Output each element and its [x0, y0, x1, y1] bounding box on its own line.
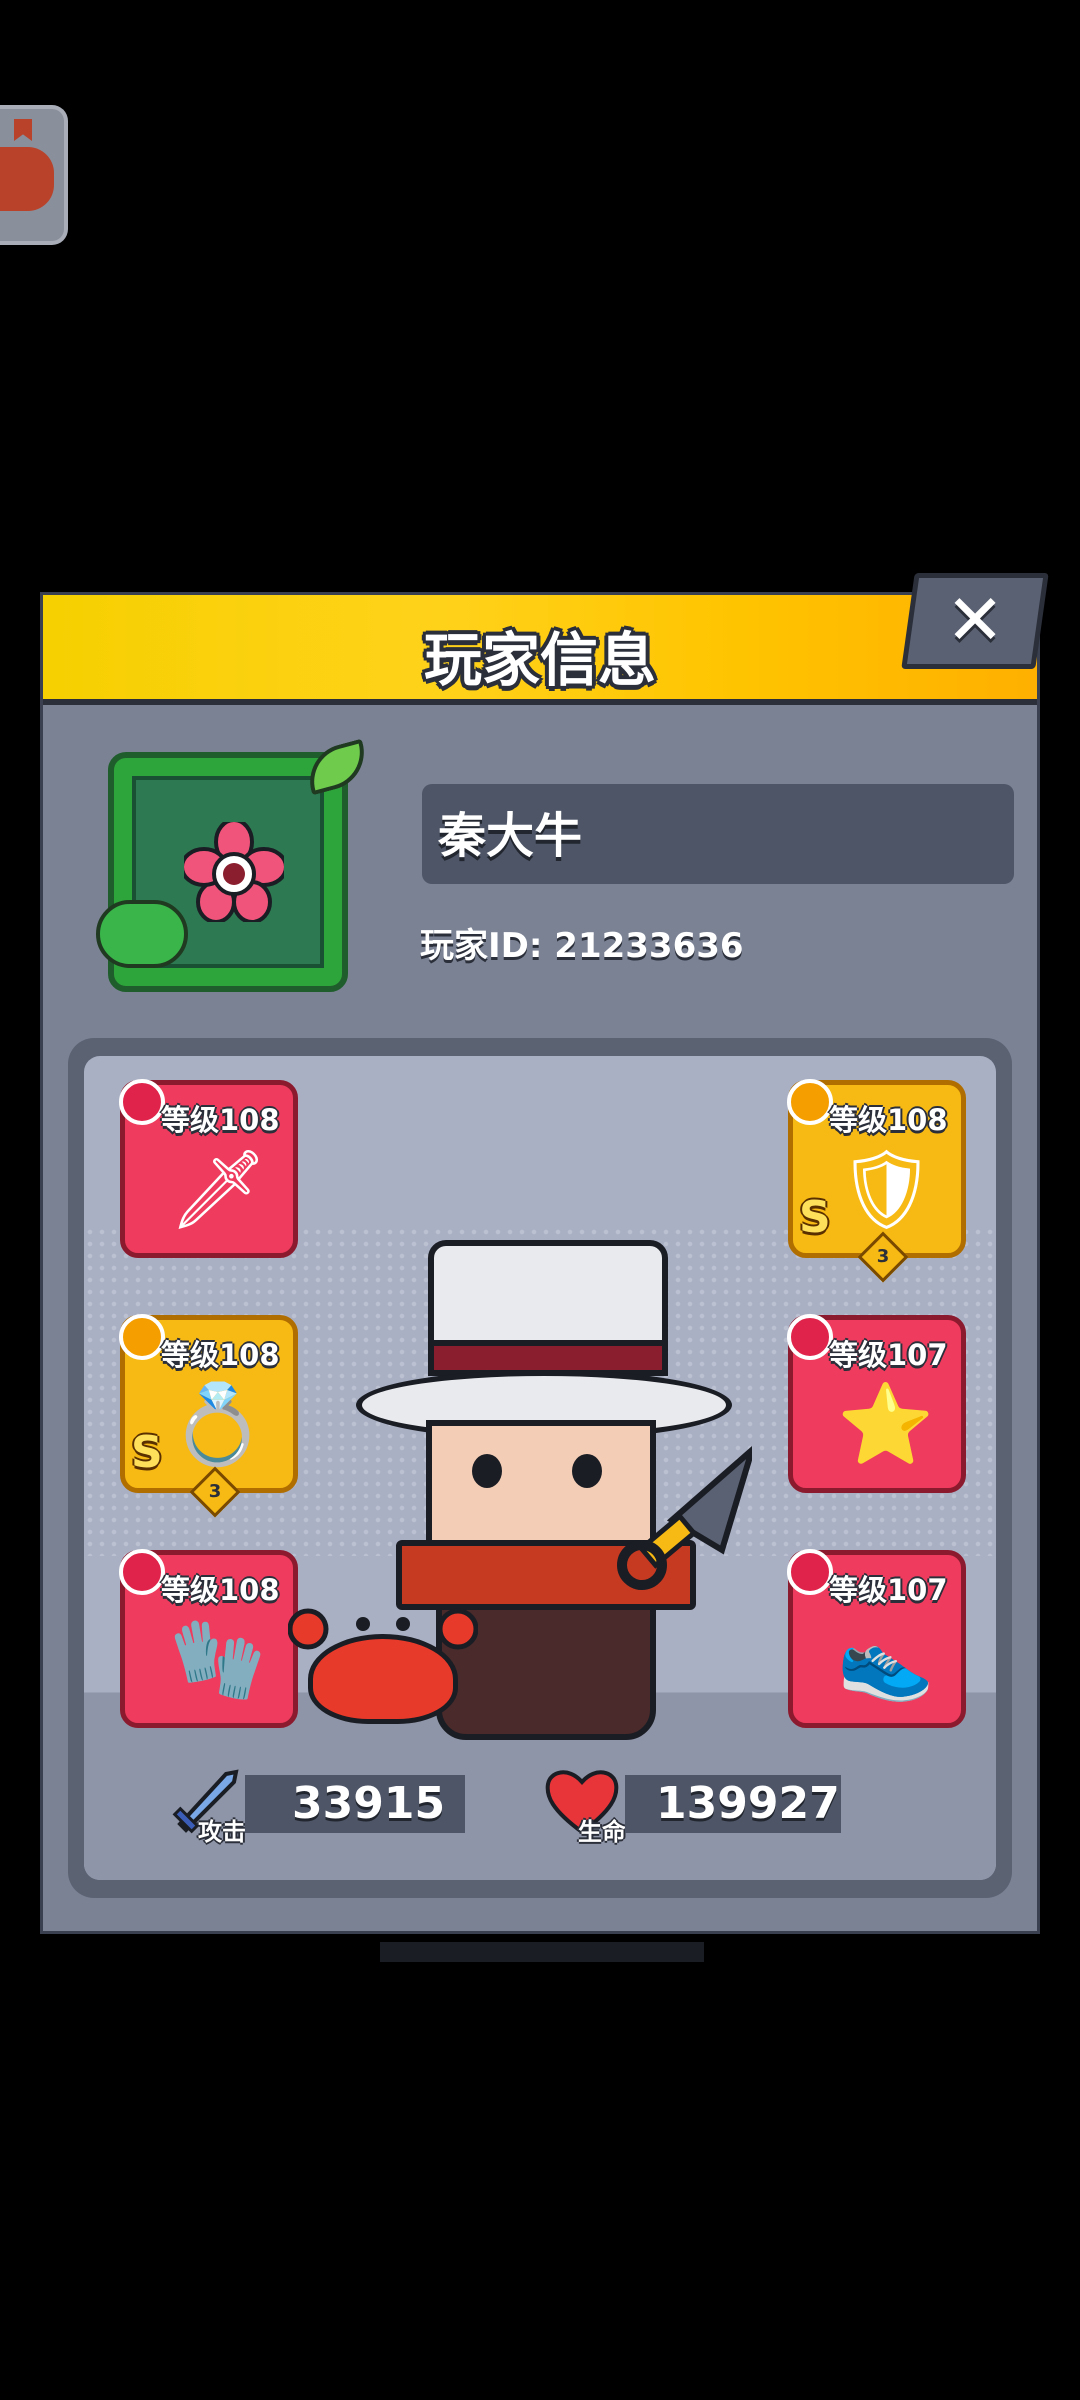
gloves-level: 等级108	[161, 1573, 280, 1607]
ring-grade: S	[131, 1427, 163, 1478]
sneaker-icon: 👟	[837, 1615, 935, 1705]
collar-slot-icon	[787, 1314, 833, 1360]
equip-slot-ring[interactable]: 等级108 💍 S 3	[119, 1314, 298, 1518]
left-eye	[472, 1454, 502, 1488]
tree-icon	[96, 900, 188, 968]
close-button[interactable]: ✕	[901, 573, 1049, 669]
equip-slot-gloves[interactable]: 等级108 🧤	[119, 1549, 298, 1728]
armor-level: 等级108	[829, 1103, 948, 1137]
equip-slot-collar[interactable]: 等级107 ⭐	[787, 1314, 966, 1493]
hp-value: 139927	[656, 1778, 840, 1829]
kunai-icon: 🗡	[169, 1145, 269, 1235]
player-name: 秦大牛	[438, 808, 583, 864]
armor-grade: S	[799, 1192, 831, 1243]
attack-value: 33915	[292, 1778, 446, 1829]
equip-slot-weapon[interactable]: 等级108 🗡	[119, 1079, 298, 1258]
crab-pet	[288, 1594, 478, 1724]
gloves-slot-icon	[119, 1549, 165, 1595]
bottom-strip	[380, 1942, 704, 1962]
right-eye	[572, 1454, 602, 1488]
player-avatar[interactable]	[96, 738, 373, 992]
hp-label: 生命	[578, 1818, 626, 1846]
equip-slot-boots[interactable]: 等级107 👟	[787, 1549, 966, 1728]
ring-slot-icon	[119, 1314, 165, 1360]
pumpkin-icon	[0, 147, 54, 211]
armor-slot-icon	[787, 1079, 833, 1125]
ring-level: 等级108	[161, 1338, 280, 1372]
weapon-slot-icon	[119, 1079, 165, 1125]
equip-slot-armor[interactable]: 等级108 🛡 S 3	[787, 1079, 966, 1283]
collar-icon: ⭐	[837, 1380, 935, 1470]
kunai-icon	[617, 1446, 752, 1590]
player-id: 玩家ID: 21233636	[420, 926, 744, 966]
side-menu-tab[interactable]	[0, 105, 68, 245]
dialog-title: 玩家信息	[423, 626, 656, 694]
attack-label: 攻击	[198, 1818, 246, 1846]
flower-monster-icon	[184, 822, 284, 922]
ring-icon: 💍	[169, 1380, 267, 1470]
bookmark-icon	[14, 119, 32, 141]
collar-level: 等级107	[829, 1338, 948, 1372]
boots-slot-icon	[787, 1549, 833, 1595]
gauntlet-icon: 🧤	[169, 1615, 267, 1705]
close-icon: ✕	[945, 579, 1005, 661]
armor-icon: 🛡	[837, 1145, 937, 1235]
dialog-header: 玩家信息	[43, 595, 1037, 705]
crab-claws-icon	[288, 1608, 478, 1650]
weapon-level: 等级108	[161, 1103, 280, 1137]
boots-level: 等级107	[829, 1573, 948, 1607]
